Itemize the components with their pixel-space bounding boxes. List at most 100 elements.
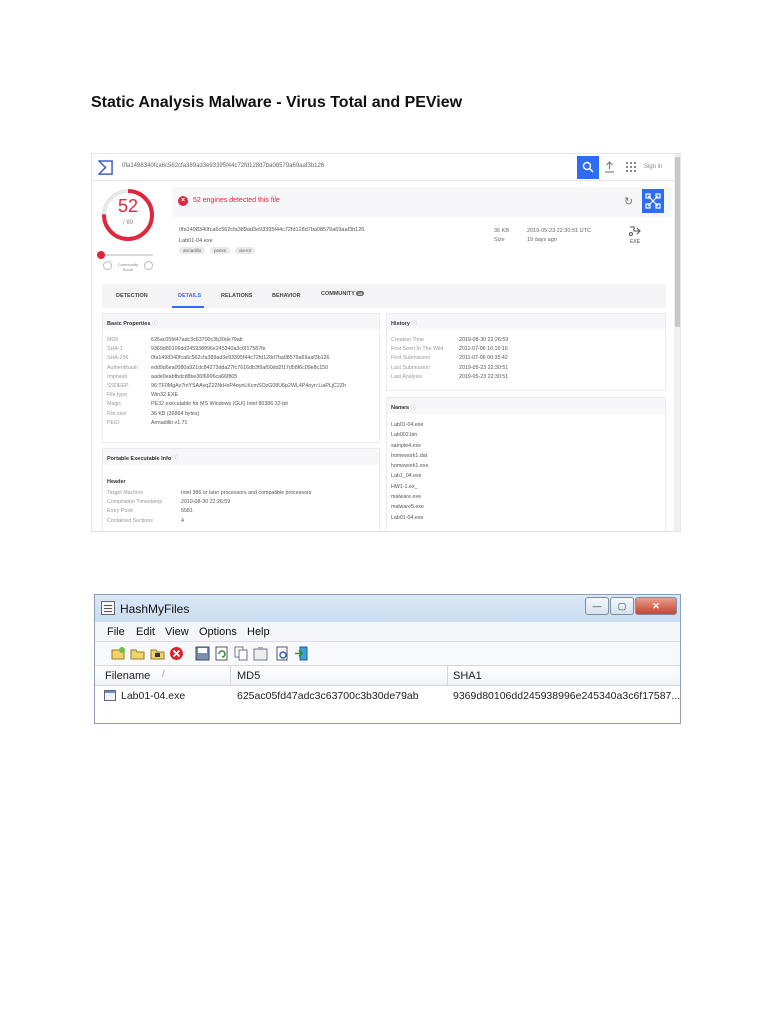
vt-search-button[interactable] (577, 156, 599, 179)
hashmyfiles-window: HashMyFiles — ▢ ✕ File Edit View Options… (94, 594, 681, 724)
column-separator[interactable] (447, 666, 448, 686)
add-files-icon[interactable] (111, 646, 126, 661)
property-row: SHA-256 0fa1498340fca6c562cfa389ad3e93395… (107, 355, 330, 362)
file-tag[interactable]: peexe (209, 247, 231, 254)
names-title: Names ⓘ (391, 405, 417, 411)
hm-toolbar (95, 642, 680, 666)
tab-details[interactable]: DETAILS (178, 293, 201, 299)
vt-search-input[interactable]: 0fa1498340fca6c562cfa389ad3e93395f44c72f… (122, 163, 324, 169)
column-filename[interactable]: Filename (105, 670, 150, 682)
vt-scrollbar[interactable] (674, 154, 680, 531)
search-icon (582, 161, 594, 173)
exe-file-icon (629, 226, 641, 236)
thumbs-down-icon[interactable] (103, 261, 112, 270)
menu-edit[interactable]: Edit (136, 626, 155, 638)
vt-signin-link[interactable]: Sign in (644, 164, 662, 170)
exe-file-icon (104, 690, 116, 701)
row-sha1: 9369d80106dd245938996e245340a3c6f17587..… (453, 690, 681, 702)
column-md5[interactable]: MD5 (237, 670, 260, 682)
property-row: PEiD Armadillo v1.71 (107, 419, 188, 426)
menu-view[interactable]: View (165, 626, 189, 638)
copy-icon[interactable] (234, 646, 249, 661)
vt-tab-bar: DETECTION DETAILS RELATIONS BEHAVIOR COM… (102, 284, 666, 308)
upload-icon[interactable] (604, 161, 615, 173)
alert-icon: × (178, 196, 188, 206)
hm-menu-bar: File Edit View Options Help (95, 622, 680, 642)
exit-icon[interactable] (294, 646, 309, 661)
names-list: Lab01-04.exe Lab002.bin sample4.exe home… (391, 420, 428, 523)
community-score-label: Community Score (117, 262, 139, 272)
property-row: File type Win32 EXE (107, 392, 179, 399)
names-panel: Names ⓘ Lab01-04.exe Lab002.bin sample4.… (386, 397, 666, 531)
tab-relations[interactable]: RELATIONS (221, 293, 252, 299)
hm-column-header: Filename / MD5 SHA1 (95, 666, 680, 686)
column-sha1[interactable]: SHA1 (453, 670, 482, 682)
thumbs-up-icon[interactable] (144, 261, 153, 270)
document-title: Static Analysis Malware - Virus Total an… (91, 94, 463, 111)
info-icon: ⓘ (411, 321, 417, 327)
delete-icon[interactable] (169, 646, 184, 661)
community-score-bar (99, 254, 153, 256)
refresh-icon[interactable]: ↻ (624, 195, 633, 208)
column-separator[interactable] (230, 666, 231, 686)
maximize-button[interactable]: ▢ (610, 597, 634, 615)
row-md5: 625ac05fd47adc3c63700c3b30de79ab (237, 690, 419, 702)
detection-count: 52 (117, 196, 139, 216)
info-icon: ⓘ (410, 405, 417, 411)
menu-file[interactable]: File (107, 626, 125, 638)
file-size-label: Size (494, 237, 505, 243)
save-icon[interactable] (195, 646, 210, 661)
file-tag[interactable]: via-tor (234, 247, 256, 254)
file-date-value: 2019-05-23 22:30:51 UTC (527, 228, 591, 234)
tab-community-label: COMMUNITY (321, 291, 355, 297)
property-row: SHA-1 9369d80106dd245938996e245340a3c6f17… (107, 346, 266, 353)
hashmyfiles-app-icon (101, 601, 115, 615)
minimize-button[interactable]: — (585, 597, 609, 615)
file-date-ago: 19 days ago (527, 237, 557, 243)
menu-options[interactable]: Options (199, 626, 237, 638)
history-rows: Creation Time 2019-08-30 22:26:59 First S… (391, 336, 508, 382)
detection-banner-text: 52 engines detected this file (193, 197, 280, 204)
refresh-icon[interactable] (214, 646, 229, 661)
property-row: Authentihash edd9d6ea0080a921dc84273dda27… (107, 364, 329, 371)
name-item: homework1.dat (391, 452, 428, 459)
virustotal-logo-icon (98, 160, 113, 175)
table-row[interactable]: Lab01-04.exe 625ac05fd47adc3c63700c3b30d… (95, 688, 681, 706)
property-row: Imphash aade0eabfbdcd8be36f6996ca66f805 (107, 373, 238, 380)
hm-title-bar[interactable]: HashMyFiles — ▢ ✕ (95, 595, 680, 622)
name-item: HW1-1.ex_ (391, 483, 418, 490)
vt-scrollbar-thumb[interactable] (675, 157, 680, 327)
info-icon: ⓘ (172, 456, 179, 462)
file-name: Lab01-04.exe (179, 238, 213, 244)
tab-community[interactable]: COMMUNITY 16 (321, 291, 365, 297)
name-item: Lab002.bin (391, 432, 418, 439)
basic-properties-title: Basic Properties ⓘ (107, 321, 158, 327)
property-row: MD5 625ac05fd47adc3c63700c3b30de79ab (107, 337, 243, 343)
properties-icon[interactable] (253, 646, 268, 661)
name-item: malware5.exe (391, 504, 424, 511)
sort-indicator-icon: / (162, 669, 165, 680)
tab-detection[interactable]: DETECTION (116, 293, 148, 299)
pe-info-title: Portable Executable Info ⓘ (107, 456, 179, 462)
file-tag[interactable]: armadillo (179, 247, 206, 254)
property-row: File size 36 KB (36864 bytes) (107, 410, 200, 417)
history-row: Creation Time 2019-08-30 22:26:59 (391, 337, 509, 343)
graph-button[interactable] (642, 189, 664, 213)
apps-grid-icon[interactable] (626, 162, 636, 172)
name-item: sample4.exe (391, 442, 422, 449)
open-folder-icon[interactable] (150, 646, 165, 661)
add-folder-icon[interactable] (130, 646, 145, 661)
history-panel: History ⓘ Creation Time 2019-08-30 22:26:… (386, 313, 666, 391)
virustotal-screenshot: 0fa1498340fca6c562cfa389ad3e93395f44c72f… (91, 153, 681, 532)
pe-info-rows: Target Machine Intel 386 or later process… (107, 489, 311, 526)
history-title: History ⓘ (391, 321, 417, 327)
pe-info-panel: Portable Executable Info ⓘ Header Target… (102, 448, 380, 531)
close-button[interactable]: ✕ (635, 597, 677, 615)
find-icon[interactable] (275, 646, 290, 661)
name-item: Lab1_04.exe (391, 473, 422, 480)
tab-behavior[interactable]: BEHAVIOR (272, 293, 301, 299)
basic-properties-panel: Basic Properties ⓘ MD5 625ac05fd47adc3c63… (102, 313, 380, 443)
file-size: 36 KB Size (494, 227, 509, 245)
menu-help[interactable]: Help (247, 626, 270, 638)
file-type-badge: EXE (625, 225, 645, 245)
